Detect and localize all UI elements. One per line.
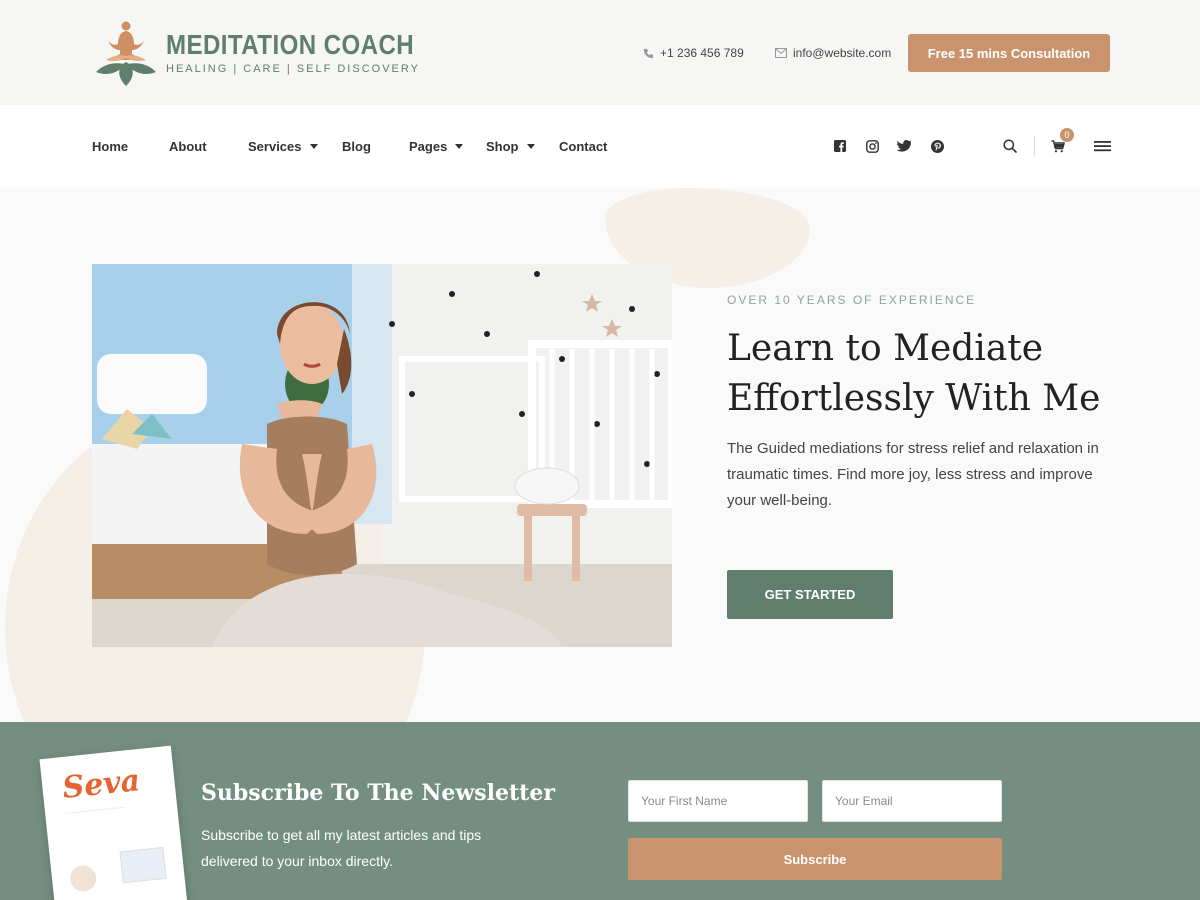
newsletter-description: Subscribe to get all my latest articles …	[201, 827, 482, 869]
pinterest-icon[interactable]	[930, 139, 944, 153]
first-name-field[interactable]	[628, 780, 808, 822]
nav-divider	[1034, 136, 1035, 156]
nav-label: Pages	[409, 139, 448, 154]
phone-contact[interactable]: +1 236 456 789	[643, 46, 744, 60]
nav-label: Contact	[559, 139, 608, 154]
brand-name: MEDITATION COACH	[166, 29, 415, 60]
search-icon[interactable]	[1003, 139, 1017, 153]
mail-icon	[775, 48, 787, 58]
chevron-down-icon	[309, 144, 318, 149]
nav-label: Services	[248, 139, 302, 154]
ebook-cover: Seva	[39, 745, 189, 900]
nav-item-contact[interactable]: Contact	[559, 139, 607, 154]
email-contact[interactable]: info@website.com	[775, 46, 891, 60]
facebook-icon[interactable]	[833, 139, 847, 153]
hero-headline: Learn to Mediate Effortlessly With Me	[727, 328, 1101, 419]
brand-tagline: HEALING | CARE | SELF DISCOVERY	[166, 63, 420, 75]
ebook-title: Seva	[60, 763, 142, 807]
instagram-icon[interactable]	[865, 139, 879, 153]
subscribe-button[interactable]: Subscribe	[628, 838, 1002, 880]
nav-item-about[interactable]: About	[169, 139, 207, 154]
nav-item-shop[interactable]: Shop	[486, 139, 535, 154]
hero-section: OVER 10 YEARS OF EXPERIENCE Learn to Med…	[0, 188, 1200, 722]
hero-image	[92, 264, 672, 647]
nav-label: Home	[92, 139, 129, 154]
top-bar: MEDITATION COACH HEALING | CARE | SELF D…	[0, 0, 1200, 105]
nav-label: Shop	[486, 139, 519, 154]
consultation-button[interactable]: Free 15 mins Consultation	[908, 34, 1110, 72]
nav-item-pages[interactable]: Pages	[409, 139, 464, 154]
site-logo[interactable]: MEDITATION COACH HEALING | CARE | SELF D…	[90, 16, 455, 88]
newsletter-title: Subscribe To The Newsletter	[201, 780, 555, 806]
meditating-woman-illustration	[92, 264, 672, 647]
phone-number: +1 236 456 789	[660, 46, 744, 60]
email-field[interactable]	[822, 780, 1002, 822]
chevron-down-icon	[526, 144, 535, 149]
hero-description: The Guided mediations for stress relief …	[727, 440, 1099, 509]
hero-eyebrow: OVER 10 YEARS OF EXPERIENCE	[727, 293, 977, 307]
chevron-down-icon	[455, 144, 464, 149]
email-address: info@website.com	[793, 46, 892, 60]
nav-item-blog[interactable]: Blog	[342, 139, 371, 154]
phone-icon	[643, 48, 654, 58]
nav-item-home[interactable]: Home	[92, 139, 128, 154]
nav-label: About	[169, 139, 207, 154]
twitter-icon[interactable]	[897, 139, 911, 153]
lotus-logo-icon	[96, 21, 156, 86]
nav-label: Blog	[342, 139, 371, 154]
get-started-button[interactable]: GET STARTED	[727, 570, 893, 619]
hamburger-menu-icon[interactable]	[1093, 139, 1111, 153]
logo-text: MEDITATION COACH HEALING | CARE | SELF D…	[166, 29, 455, 75]
nav-item-services[interactable]: Services	[248, 139, 318, 154]
newsletter-section: Seva Subscribe To The Newsletter Subscri…	[0, 722, 1200, 900]
main-navigation: Home About Services Blog Pages Shop Cont…	[0, 105, 1200, 188]
cart-count-badge: 0	[1060, 128, 1074, 142]
